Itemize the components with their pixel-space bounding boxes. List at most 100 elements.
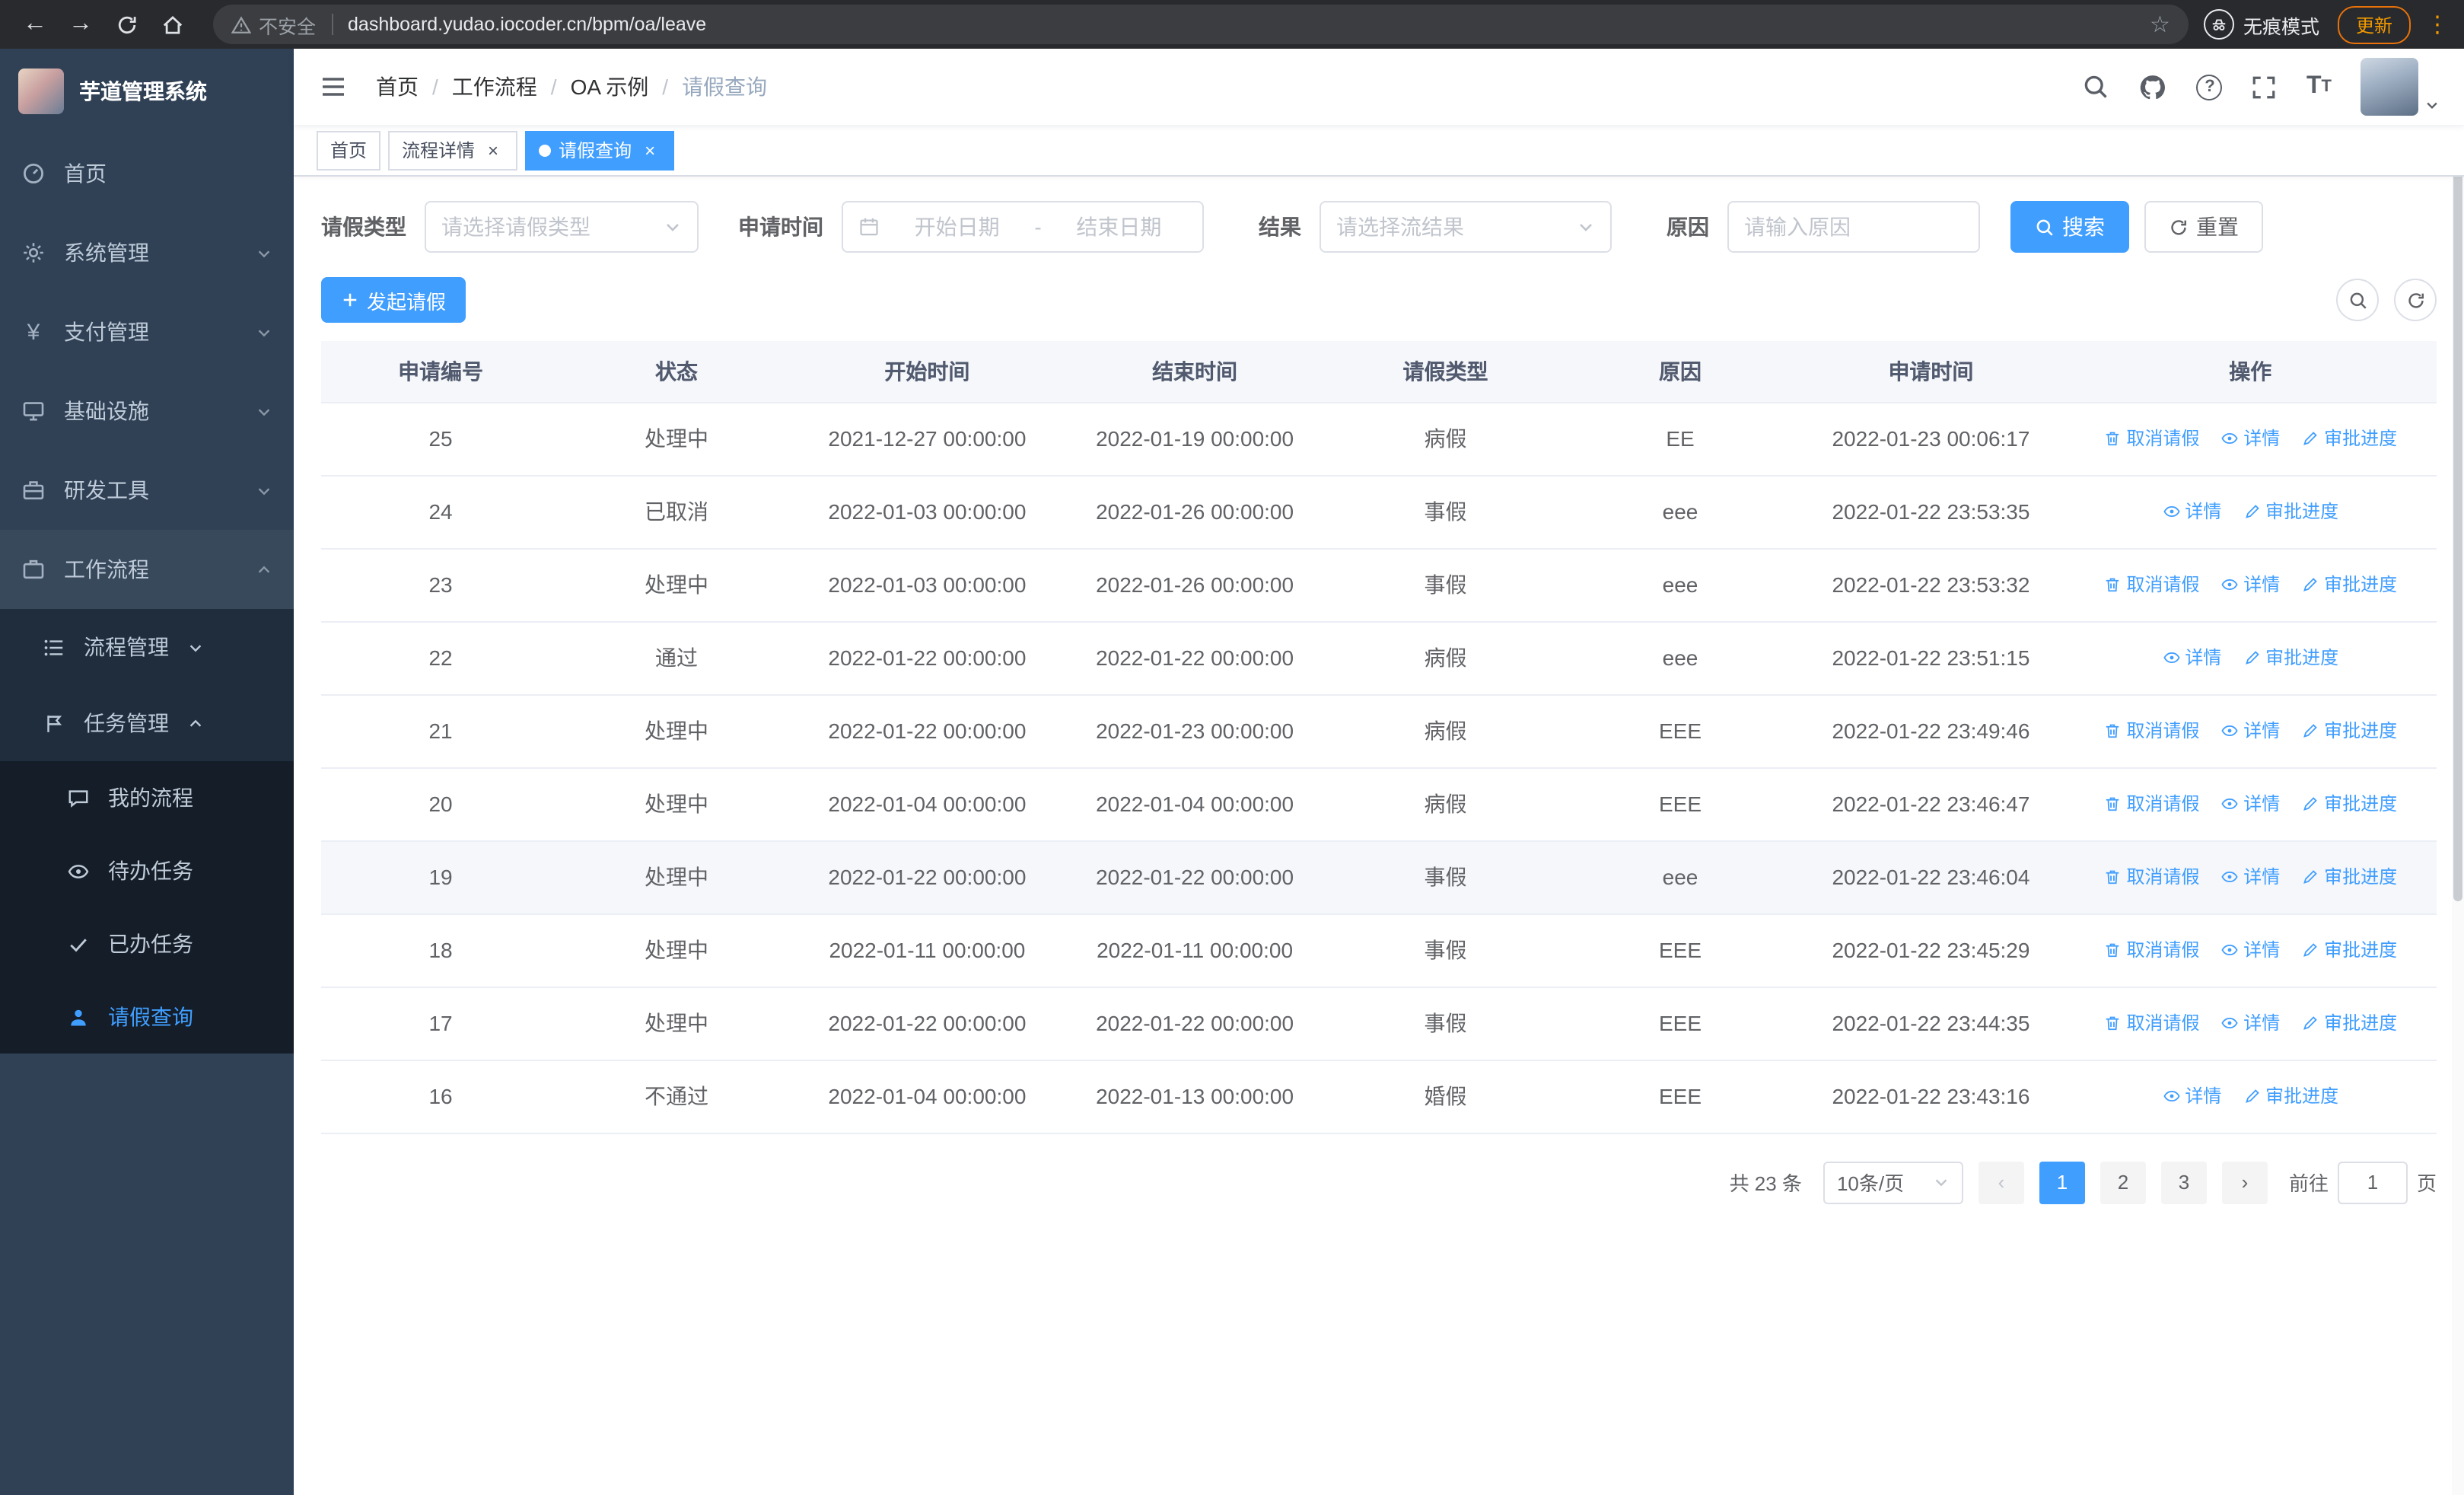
cell-actions: 取消请假 详情 审批进度 [2064, 402, 2437, 476]
create-leave-button[interactable]: 发起请假 [321, 277, 466, 323]
fullscreen-icon[interactable] [2252, 74, 2278, 100]
toggle-search-button[interactable] [2336, 279, 2379, 321]
approval-progress-link[interactable]: 审批进度 [2301, 1010, 2397, 1036]
detail-link[interactable]: 详情 [2220, 791, 2280, 817]
detail-link[interactable]: 详情 [2220, 1010, 2280, 1036]
table-row: 18 处理中 2022-01-11 00:00:00 2022-01-11 00… [321, 913, 2437, 987]
goto-page-input[interactable] [2337, 1161, 2408, 1203]
approval-progress-link[interactable]: 审批进度 [2301, 791, 2397, 817]
font-size-icon[interactable]: TT [2306, 74, 2332, 99]
sidebar-item-todo-tasks[interactable]: 待办任务 [0, 834, 294, 907]
page-size-select[interactable]: 10条/页 [1823, 1161, 1963, 1203]
address-bar[interactable]: 不安全 dashboard.yudao.iocoder.cn/bpm/oa/le… [213, 5, 2189, 44]
sidebar-item-infra[interactable]: 基础设施 [0, 371, 294, 451]
chevron-down-icon [256, 244, 272, 261]
sidebar-collapse-button[interactable] [318, 72, 349, 102]
approval-progress-link[interactable]: 审批进度 [2301, 937, 2397, 963]
tab-leave-query[interactable]: 请假查询 × [525, 130, 675, 170]
sidebar-item-workflow[interactable]: 工作流程 [0, 530, 294, 609]
cell-end-time: 2022-01-26 00:00:00 [1061, 548, 1329, 622]
help-icon[interactable]: ? [2196, 74, 2223, 100]
detail-link[interactable]: 详情 [2220, 572, 2280, 598]
chevron-down-icon [1933, 1174, 1950, 1191]
approval-progress-link[interactable]: 审批进度 [2301, 426, 2397, 451]
dashboard-icon [21, 161, 46, 186]
close-icon[interactable]: × [639, 139, 661, 161]
approval-progress-link[interactable]: 审批进度 [2301, 718, 2397, 744]
cell-id: 22 [321, 621, 561, 695]
sidebar-item-leave-query[interactable]: 请假查询 [0, 980, 294, 1054]
tab-process-detail[interactable]: 流程详情 × [388, 130, 518, 170]
page-button-2[interactable]: 2 [2099, 1161, 2146, 1203]
sidebar-logo[interactable]: 芋道管理系统 [0, 49, 294, 134]
tab-home[interactable]: 首页 [317, 130, 381, 170]
cell-status: 处理中 [560, 840, 793, 914]
sidebar-item-payment[interactable]: ¥ 支付管理 [0, 292, 294, 371]
next-page-button[interactable]: › [2221, 1161, 2268, 1203]
breadcrumb-home[interactable]: 首页 [376, 72, 419, 102]
sidebar-item-system[interactable]: 系统管理 [0, 213, 294, 292]
detail-link[interactable]: 详情 [2162, 1083, 2221, 1109]
sidebar-item-task-mgmt[interactable]: 任务管理 [0, 685, 294, 761]
end-date-input[interactable] [1050, 215, 1188, 239]
browser-back-button[interactable]: ← [15, 5, 55, 44]
bookmark-star-icon[interactable]: ☆ [2150, 11, 2170, 38]
date-range-picker[interactable]: - [842, 201, 1204, 253]
close-icon[interactable]: × [482, 139, 504, 161]
approval-progress-link[interactable]: 审批进度 [2301, 864, 2397, 890]
page-button-3[interactable]: 3 [2160, 1161, 2207, 1203]
sidebar-item-my-process[interactable]: 我的流程 [0, 761, 294, 834]
cancel-leave-link[interactable]: 取消请假 [2103, 426, 2199, 451]
approval-progress-link[interactable]: 审批进度 [2243, 499, 2338, 524]
sidebar-item-label: 工作流程 [64, 557, 149, 582]
approval-progress-link[interactable]: 审批进度 [2301, 572, 2397, 598]
browser-update-button[interactable]: 更新 [2337, 5, 2411, 43]
chevron-down-icon [256, 482, 272, 499]
refresh-table-button[interactable] [2394, 279, 2437, 321]
trash-icon [2106, 578, 2119, 591]
cancel-leave-link[interactable]: 取消请假 [2103, 791, 2199, 817]
detail-link[interactable]: 详情 [2220, 937, 2280, 963]
omnibox-divider [331, 14, 333, 35]
reset-button[interactable]: 重置 [2144, 201, 2263, 253]
reason-field[interactable] [1727, 201, 1980, 253]
url-text[interactable]: dashboard.yudao.iocoder.cn/bpm/oa/leave [348, 14, 2150, 35]
result-select[interactable] [1320, 201, 1612, 253]
cancel-leave-link[interactable]: 取消请假 [2103, 864, 2199, 890]
security-indicator[interactable]: 不安全 [231, 10, 316, 39]
browser-menu-button[interactable]: ⋮ [2426, 11, 2449, 38]
cancel-leave-link[interactable]: 取消请假 [2103, 572, 2199, 598]
detail-link[interactable]: 详情 [2220, 718, 2280, 744]
cancel-leave-link[interactable]: 取消请假 [2103, 937, 2199, 963]
approval-progress-link[interactable]: 审批进度 [2243, 645, 2338, 671]
sidebar-item-process-mgmt[interactable]: 流程管理 [0, 609, 294, 685]
cancel-leave-link[interactable]: 取消请假 [2103, 718, 2199, 744]
search-button[interactable]: 搜索 [2010, 201, 2129, 253]
page-button-1[interactable]: 1 [2039, 1161, 2085, 1203]
breadcrumb-workflow[interactable]: 工作流程 [452, 72, 537, 102]
sidebar-item-home[interactable]: 首页 [0, 134, 294, 213]
detail-link[interactable]: 详情 [2220, 426, 2280, 451]
reason-input[interactable] [1744, 215, 1963, 239]
start-date-input[interactable] [889, 215, 1026, 239]
prev-page-button[interactable]: ‹ [1978, 1161, 2024, 1203]
leave-type-input[interactable] [441, 215, 654, 239]
browser-reload-button[interactable] [107, 5, 146, 44]
browser-forward-button[interactable]: → [61, 5, 100, 44]
search-icon[interactable] [2083, 73, 2110, 100]
cancel-leave-link[interactable]: 取消请假 [2103, 1010, 2199, 1036]
browser-home-button[interactable] [152, 5, 192, 44]
sidebar-item-done-tasks[interactable]: 已办任务 [0, 907, 294, 980]
sidebar-item-devtools[interactable]: 研发工具 [0, 451, 294, 530]
approval-progress-link[interactable]: 审批进度 [2243, 1083, 2338, 1109]
github-icon[interactable] [2139, 72, 2168, 101]
scrollbar-thumb[interactable] [2453, 49, 2462, 901]
user-menu[interactable] [2361, 58, 2440, 116]
detail-link[interactable]: 详情 [2162, 499, 2221, 524]
detail-link[interactable]: 详情 [2220, 864, 2280, 890]
detail-link[interactable]: 详情 [2162, 645, 2221, 671]
breadcrumb-oa-example[interactable]: OA 示例 [571, 72, 649, 102]
eye-icon [2221, 798, 2238, 809]
leave-type-select[interactable] [425, 201, 699, 253]
result-input[interactable] [1336, 215, 1568, 239]
